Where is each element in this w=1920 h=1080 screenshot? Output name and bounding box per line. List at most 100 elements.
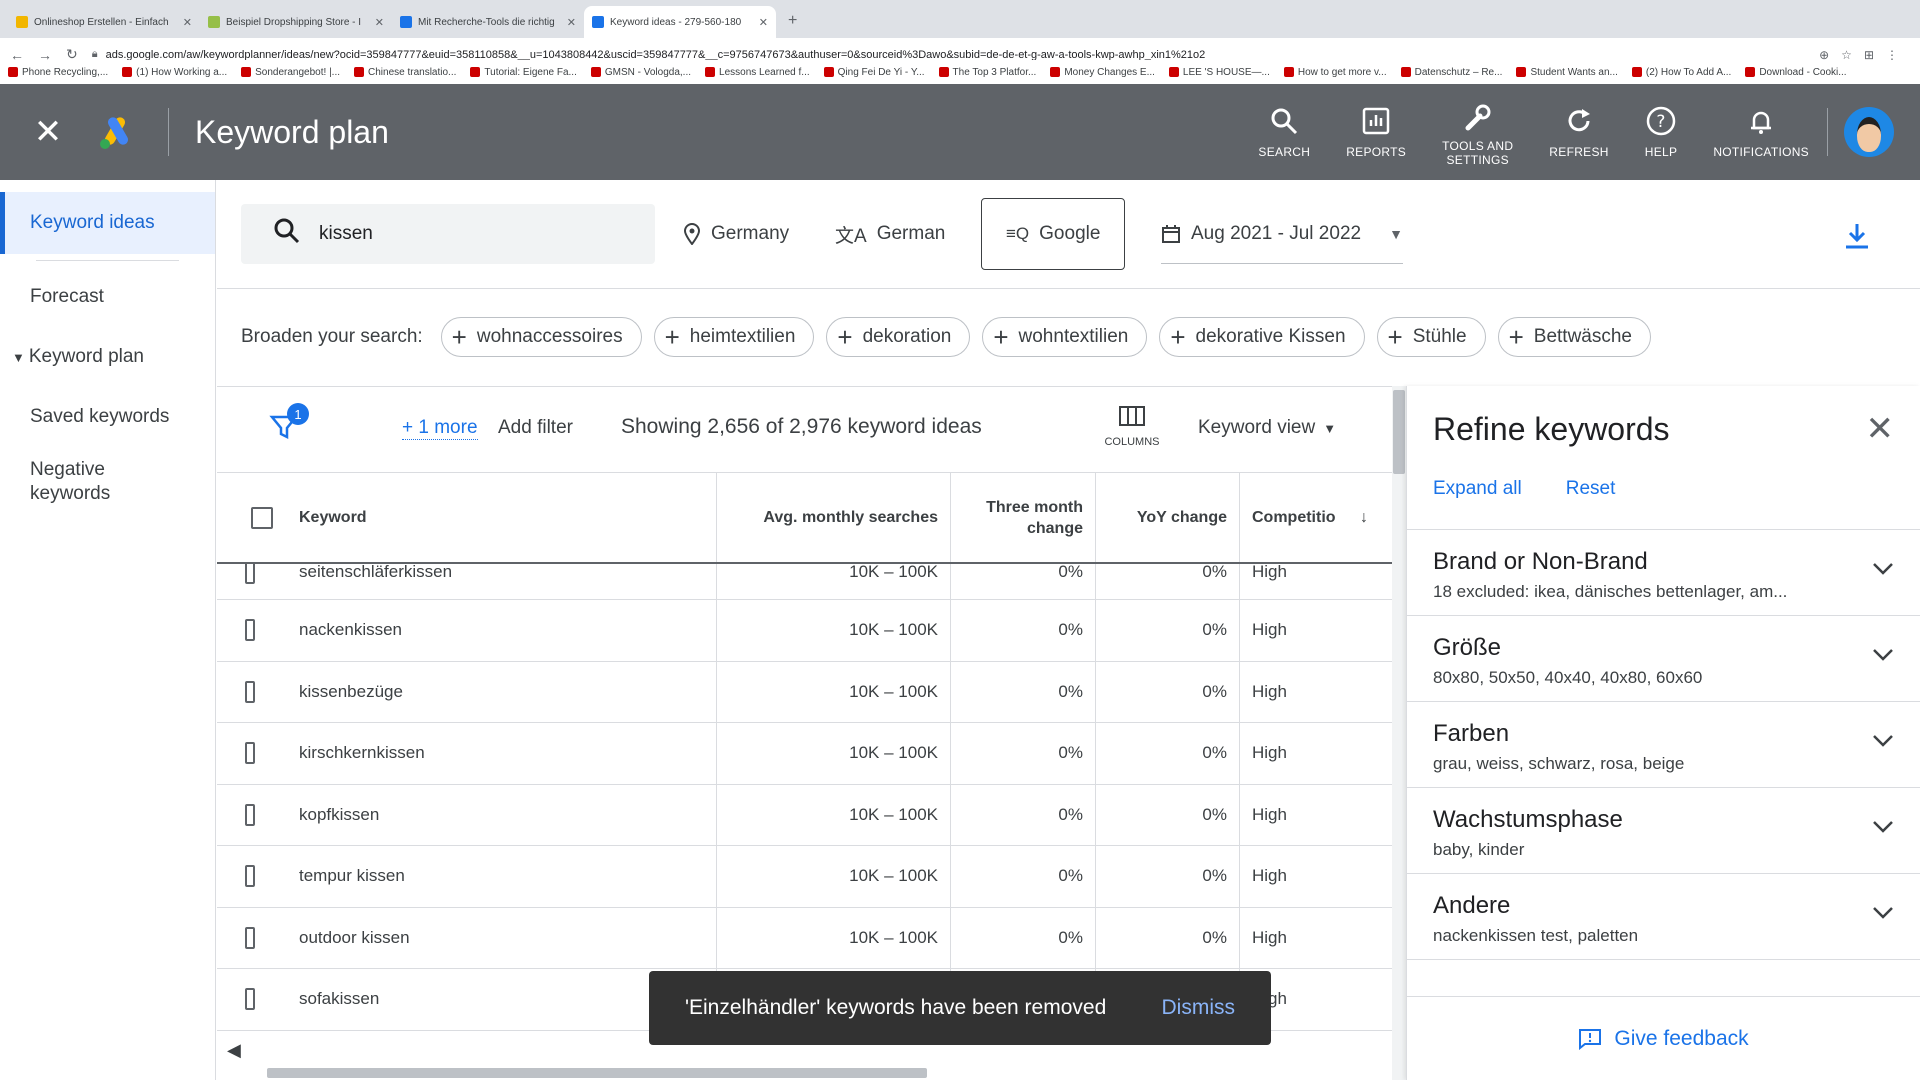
reports-button[interactable]: REPORTS — [1346, 97, 1406, 167]
url-field[interactable]: ads.google.com/aw/keywordplanner/ideas/n… — [106, 49, 1820, 61]
keyword-search-box[interactable]: kissen — [241, 204, 655, 264]
bookmark-item[interactable]: LEE 'S HOUSE—... — [1168, 67, 1270, 78]
tab-title: Mit Recherche-Tools die richtig — [418, 16, 555, 28]
location-button[interactable]: Germany — [683, 204, 789, 264]
broaden-chip[interactable]: + wohnaccessoires — [440, 316, 642, 357]
select-all-checkbox[interactable] — [251, 506, 273, 529]
refine-section[interactable]: Wachstumsphase baby, kinder — [1407, 788, 1920, 874]
refine-section[interactable]: Größe 80x80, 50x50, 40x40, 40x80, 60x60 — [1407, 616, 1920, 702]
column-header-three-month-change[interactable]: Three month change — [951, 473, 1096, 562]
bookmark-label: Download - Cooki... — [1759, 66, 1847, 78]
sidebar-item-label: Forecast — [30, 286, 104, 307]
chevron-down-icon[interactable] — [1872, 562, 1894, 581]
bookmark-item[interactable]: How to get more v... — [1283, 67, 1387, 78]
broaden-chip[interactable]: + Bettwäsche — [1497, 316, 1651, 357]
column-header-competition[interactable]: Competitio ↓ — [1240, 473, 1392, 562]
browser-tab[interactable]: Onlineshop Erstellen - Einfach ✕ — [8, 6, 200, 38]
vertical-scrollbar[interactable] — [1392, 386, 1406, 1080]
chevron-down-icon[interactable] — [1872, 648, 1894, 667]
broaden-chip[interactable]: + Stühle — [1376, 316, 1486, 357]
column-header-yoy-change[interactable]: YoY change — [1096, 473, 1240, 562]
sidebar-item-saved-keywords[interactable]: Saved keywords — [0, 387, 215, 447]
browser-tab[interactable]: Beispiel Dropshipping Store - I ✕ — [200, 6, 392, 38]
chevron-down-icon[interactable] — [1872, 734, 1894, 753]
refine-section[interactable]: Brand or Non-Brand 18 excluded: ikea, dän… — [1407, 530, 1920, 616]
language-button[interactable]: 文A German — [835, 204, 945, 264]
bookmark-label: Qing Fei De Yi - Y... — [837, 66, 925, 78]
bookmark-item[interactable]: Phone Recycling,... — [8, 67, 108, 78]
bookmark-item[interactable]: Datenschutz – Re... — [1400, 67, 1502, 78]
row-checkbox[interactable] — [245, 680, 255, 703]
bookmark-item[interactable]: Download - Cooki... — [1745, 66, 1847, 78]
row-checkbox[interactable] — [245, 926, 255, 949]
sidebar-item-forecast[interactable]: Forecast — [0, 267, 215, 327]
avg-searches-cell: 10K – 100K — [717, 661, 951, 722]
column-header-keyword[interactable]: Keyword — [299, 473, 717, 562]
more-filters-link[interactable]: + 1 more — [402, 417, 478, 440]
competition-cell: High — [1240, 662, 1392, 723]
sidebar-item-keyword-ideas[interactable]: Keyword ideas — [0, 192, 215, 254]
chevron-down-icon[interactable] — [1872, 906, 1894, 925]
new-tab-icon[interactable]: + — [788, 12, 797, 30]
bookmark-item[interactable]: Sonderangebot! |... — [241, 67, 340, 78]
sidebar-item-keyword-plan[interactable]: ▼ Keyword plan — [0, 327, 215, 387]
row-checkbox[interactable] — [245, 564, 255, 584]
column-header-avg-searches[interactable]: Avg. monthly searches — [717, 473, 951, 562]
refine-section[interactable]: Andere nackenkissen test, paletten — [1407, 874, 1920, 960]
search-button[interactable]: SEARCH — [1258, 97, 1310, 167]
bookmark-item[interactable]: Chinese translatio... — [354, 67, 456, 78]
bookmark-item[interactable]: Money Changes E... — [1050, 67, 1155, 78]
broaden-chip[interactable]: + wohntextilien — [982, 316, 1148, 357]
bookmark-label: Tutorial: Eigene Fa... — [484, 66, 577, 78]
bookmark-item[interactable]: The Top 3 Platfor... — [938, 67, 1036, 78]
horizontal-scrollbar-thumb[interactable] — [267, 1068, 927, 1078]
close-tab-icon[interactable]: ✕ — [183, 16, 192, 29]
row-checkbox[interactable] — [245, 803, 255, 826]
row-checkbox[interactable] — [245, 865, 255, 888]
three-month-change-cell-value: 0% — [1058, 927, 1083, 947]
close-tab-icon[interactable]: ✕ — [759, 16, 768, 29]
row-checkbox[interactable] — [245, 742, 255, 765]
tools-settings-button[interactable]: TOOLS AND SETTINGS — [1442, 97, 1513, 167]
scrollbar-thumb[interactable] — [1393, 390, 1405, 474]
bookmark-item[interactable]: Lessons Learned f... — [705, 67, 810, 78]
sidebar-item-label: Keyword plan — [28, 346, 144, 367]
reset-link[interactable]: Reset — [1566, 478, 1616, 500]
scroll-left-icon[interactable]: ◀ — [227, 1040, 241, 1061]
close-tab-icon[interactable]: ✕ — [375, 16, 384, 29]
browser-tab[interactable]: Mit Recherche-Tools die richtig ✕ — [392, 6, 584, 38]
filter-icon[interactable]: 1 — [269, 403, 309, 446]
chevron-down-icon[interactable] — [1872, 820, 1894, 839]
refresh-button[interactable]: REFRESH — [1549, 97, 1608, 167]
bookmark-item[interactable]: Tutorial: Eigene Fa... — [470, 66, 577, 78]
avatar[interactable] — [1844, 107, 1894, 157]
bookmark-item[interactable]: GMSN - Vologda,... — [590, 67, 691, 78]
columns-button[interactable]: COLUMNS — [1099, 405, 1165, 448]
date-range-selector[interactable]: Aug 2021 - Jul 2022 ▼ — [1161, 204, 1403, 264]
search-network-button[interactable]: ≡Q Google — [981, 198, 1126, 270]
help-button[interactable]: ? HELP — [1645, 97, 1678, 167]
close-icon[interactable]: ✕ — [1866, 409, 1895, 449]
notifications-button[interactable]: NOTIFICATIONS — [1713, 97, 1809, 167]
bookmark-item[interactable]: Student Wants an... — [1516, 67, 1618, 78]
browser-tab-active[interactable]: Keyword ideas - 279-560-180 ✕ — [584, 6, 776, 38]
bookmark-item[interactable]: (1) How Working a... — [122, 67, 227, 78]
dismiss-button[interactable]: Dismiss — [1162, 996, 1236, 1020]
broaden-chip[interactable]: + dekorative Kissen — [1159, 316, 1365, 357]
add-filter-button[interactable]: Add filter — [498, 417, 573, 439]
broaden-chip[interactable]: + heimtextilien — [653, 316, 815, 357]
close-icon[interactable]: ✕ — [0, 112, 96, 152]
refine-section[interactable]: Farben grau, weiss, schwarz, rosa, beige — [1407, 702, 1920, 788]
row-checkbox[interactable] — [245, 619, 255, 642]
bookmark-item[interactable]: Qing Fei De Yi - Y... — [823, 66, 925, 78]
sidebar-item-negative-keywords[interactable]: Negative keywords — [0, 447, 215, 517]
keyword-view-dropdown[interactable]: Keyword view ▼ — [1198, 417, 1336, 439]
close-tab-icon[interactable]: ✕ — [567, 16, 576, 29]
expand-all-link[interactable]: Expand all — [1433, 478, 1522, 500]
download-icon[interactable] — [1844, 222, 1870, 255]
google-ads-logo — [96, 112, 144, 152]
broaden-chip[interactable]: + dekoration — [826, 316, 971, 357]
bookmark-item[interactable]: (2) How To Add A... — [1631, 67, 1731, 78]
give-feedback-button[interactable]: Give feedback — [1407, 996, 1920, 1080]
row-checkbox[interactable] — [245, 988, 255, 1011]
